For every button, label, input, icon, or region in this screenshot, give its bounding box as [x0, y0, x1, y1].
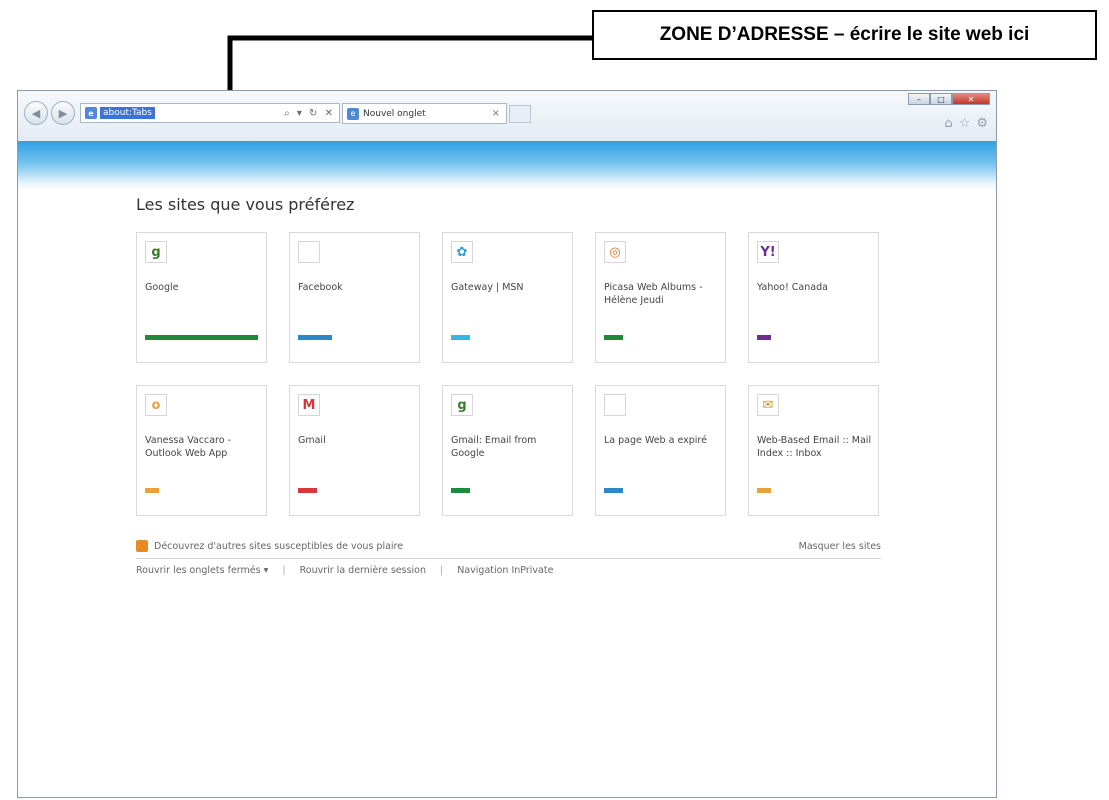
gmail-icon: M	[298, 394, 320, 416]
google-icon: g	[145, 241, 167, 263]
tab-label: Nouvel onglet	[363, 108, 426, 119]
inprivate-link[interactable]: Navigation InPrivate	[457, 565, 553, 576]
address-bar[interactable]: e about:Tabs ⌕ ▾ ↻ ✕	[80, 103, 340, 123]
separator: |	[282, 565, 286, 576]
msn-butterfly-icon: ✿	[451, 241, 473, 263]
site-tile-label: Google	[145, 282, 179, 293]
page-banner	[18, 141, 996, 191]
site-tile-label: Vanessa Vaccaro - Outlook Web App	[145, 435, 231, 459]
google-icon: g	[451, 394, 473, 416]
session-links: Rouvrir les onglets fermés ▾ | Rouvrir l…	[136, 565, 881, 576]
visit-frequency-bar	[757, 335, 771, 340]
blank-icon	[298, 241, 320, 263]
site-tile-label: La page Web a expiré	[604, 435, 707, 446]
ie-page-icon: e	[85, 107, 97, 119]
site-tile-label: Yahoo! Canada	[757, 282, 828, 293]
site-tile[interactable]: o Vanessa Vaccaro - Outlook Web App	[136, 385, 267, 516]
new-tab-button[interactable]	[509, 105, 531, 123]
visit-frequency-bar	[451, 335, 470, 340]
site-tile-label: Picasa Web Albums - Hélène Jeudi	[604, 282, 703, 306]
reopen-closed-tabs-link[interactable]: Rouvrir les onglets fermés ▾	[136, 565, 268, 576]
visit-frequency-bar	[604, 488, 623, 493]
site-tile[interactable]: M Gmail	[289, 385, 420, 516]
blank-icon	[604, 394, 626, 416]
hide-sites-link[interactable]: Masquer les sites	[799, 541, 881, 552]
discover-icon	[136, 540, 148, 552]
site-tile-label: Gmail: Email from Google	[451, 435, 537, 459]
visit-frequency-bar	[145, 488, 159, 493]
page-title: Les sites que vous préférez	[136, 195, 355, 214]
home-icon[interactable]: ⌂	[944, 116, 952, 131]
divider	[136, 558, 881, 559]
visit-frequency-bar	[145, 335, 258, 340]
site-tile[interactable]: ✉Web-Based Email :: Mail Index :: Inbox	[748, 385, 879, 516]
site-tile[interactable]: ◎ Picasa Web Albums - Hélène Jeudi	[595, 232, 726, 363]
window-controls: – □ ✕	[908, 93, 990, 105]
browser-window: ◀ ▶ e about:Tabs ⌕ ▾ ↻ ✕ e Nouvel onglet…	[17, 90, 997, 798]
forward-button[interactable]: ▶	[51, 101, 75, 125]
site-tile[interactable]: ✿ Gateway | MSN	[442, 232, 573, 363]
site-tile-label: Web-Based Email :: Mail Index :: Inbox	[757, 435, 872, 459]
minimize-button[interactable]: –	[908, 93, 930, 105]
visit-frequency-bar	[757, 488, 771, 493]
site-tile[interactable]: g Google	[136, 232, 267, 363]
visit-frequency-bar	[298, 488, 317, 493]
discover-row: Découvrez d'autres sites susceptibles de…	[136, 538, 881, 554]
toolbar-icons: ⌂ ☆ ⚙	[944, 116, 988, 131]
outlook-icon: o	[145, 394, 167, 416]
site-tile-label: Gmail	[298, 435, 326, 446]
ie-tab-icon: e	[347, 107, 359, 120]
webmail-icon: ✉	[757, 394, 779, 416]
picasa-icon: ◎	[604, 241, 626, 263]
browser-toolbar: ◀ ▶ e about:Tabs ⌕ ▾ ↻ ✕ e Nouvel onglet…	[18, 91, 996, 142]
maximize-button[interactable]: □	[930, 93, 952, 105]
annotation-text: ZONE D’ADRESSE – écrire le site web ici	[659, 24, 1030, 45]
yahoo-icon: Y!	[757, 241, 779, 263]
separator: |	[440, 565, 444, 576]
address-bar-buttons[interactable]: ⌕ ▾ ↻ ✕	[284, 108, 335, 119]
site-tile-label: Facebook	[298, 282, 343, 293]
site-tile[interactable]: Facebook	[289, 232, 420, 363]
discover-link[interactable]: Découvrez d'autres sites susceptibles de…	[154, 541, 403, 552]
visit-frequency-bar	[298, 335, 332, 340]
back-button[interactable]: ◀	[24, 101, 48, 125]
tools-gear-icon[interactable]: ⚙	[976, 116, 988, 131]
site-tile[interactable]: Y! Yahoo! Canada	[748, 232, 879, 363]
tab-new-tab[interactable]: e Nouvel onglet ×	[342, 103, 507, 124]
favorites-star-icon[interactable]: ☆	[959, 116, 971, 131]
close-window-button[interactable]: ✕	[952, 93, 990, 105]
site-tile[interactable]: La page Web a expiré	[595, 385, 726, 516]
visit-frequency-bar	[604, 335, 623, 340]
close-tab-icon[interactable]: ×	[492, 108, 500, 119]
site-tile-label: Gateway | MSN	[451, 282, 524, 293]
new-tab-page: Les sites que vous préférez g Google Faceb…	[136, 195, 881, 576]
annotation-callout: ZONE D’ADRESSE – écrire le site web ici	[592, 10, 1097, 60]
address-input[interactable]: about:Tabs	[100, 107, 155, 119]
favorite-sites-grid: g Google Facebook ✿ Gateway | MSN ◎ Picasa Web…	[136, 232, 881, 516]
visit-frequency-bar	[451, 488, 470, 493]
site-tile[interactable]: g Gmail: Email from Google	[442, 385, 573, 516]
reopen-last-session-link[interactable]: Rouvrir la dernière session	[300, 565, 426, 576]
